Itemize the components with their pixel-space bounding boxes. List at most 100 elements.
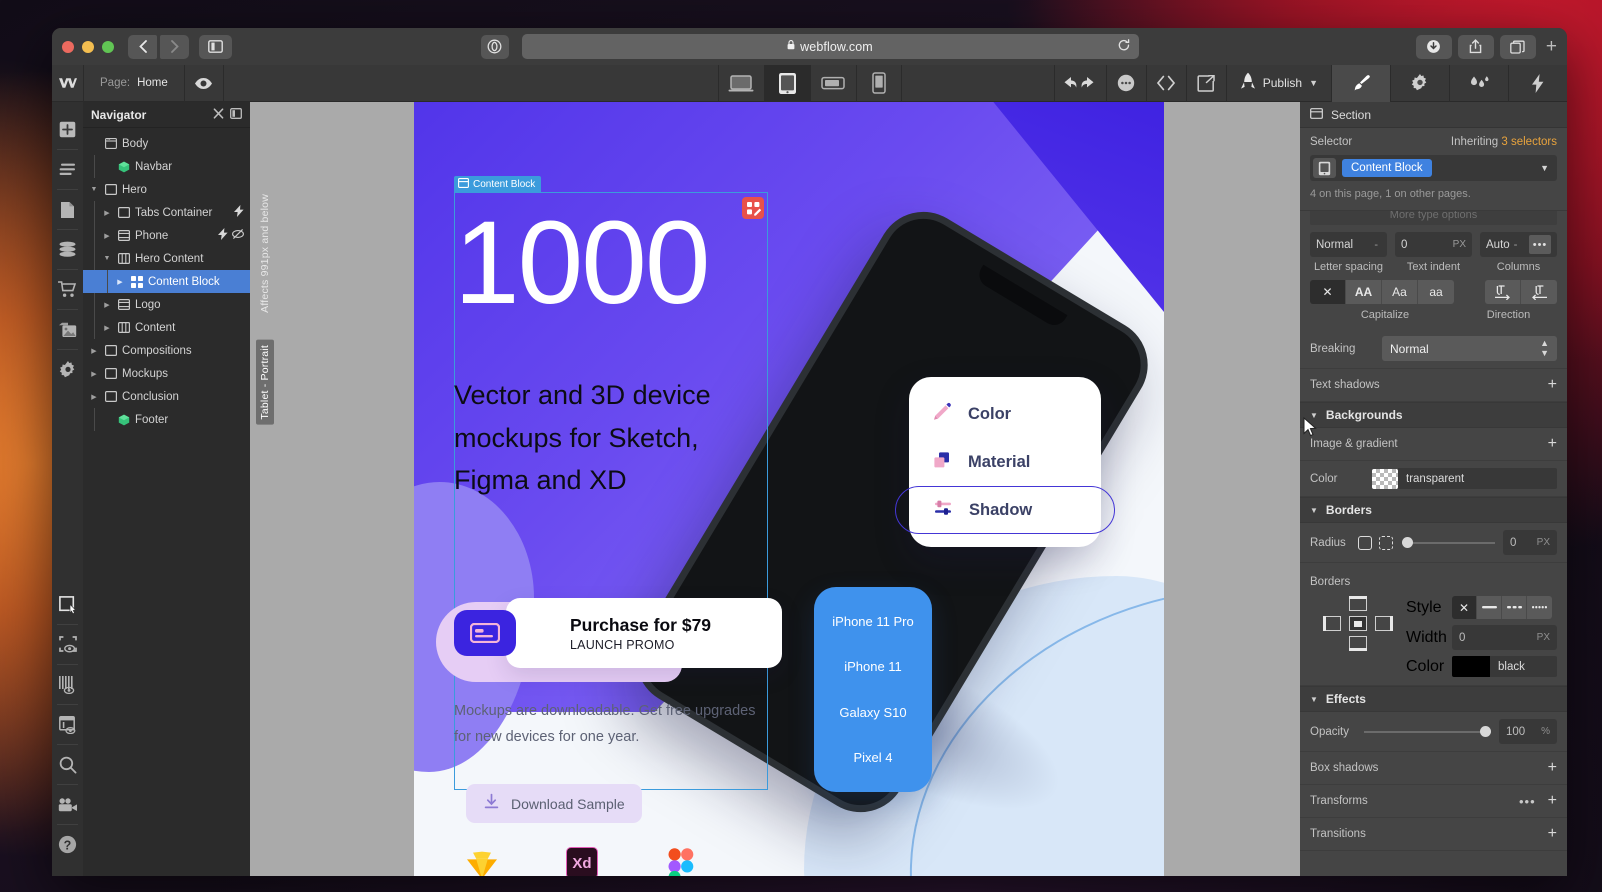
chevron-right-icon[interactable]: ▶ xyxy=(102,232,112,240)
menu-item-shadow[interactable]: Shadow xyxy=(895,486,1115,534)
border-color-swatch[interactable] xyxy=(1452,656,1490,677)
tab-overview-icon[interactable] xyxy=(1499,34,1536,59)
border-style-segmented[interactable]: ✕ xyxy=(1452,596,1552,619)
download-sample-button[interactable]: Download Sample xyxy=(466,784,642,823)
opacity-input[interactable]: 100 % xyxy=(1499,719,1557,744)
add-image-gradient-button[interactable]: + xyxy=(1548,436,1557,452)
navigator-item-hero[interactable]: ▼ Hero xyxy=(83,178,250,201)
preview-selection-icon[interactable] xyxy=(52,625,83,664)
navigator-item-content-block[interactable]: ▶ Content Block xyxy=(83,270,250,293)
add-text-shadow-button[interactable]: + xyxy=(1548,377,1557,393)
reload-icon[interactable] xyxy=(1118,38,1130,55)
navigator-item-mockups[interactable]: ▶ Mockups xyxy=(83,362,250,385)
columns-more-button[interactable]: ••• xyxy=(1529,235,1551,254)
transforms-row[interactable]: Transforms ••• + xyxy=(1300,785,1567,818)
chevron-right-icon[interactable]: ▶ xyxy=(102,301,112,309)
radius-all-icon[interactable] xyxy=(1358,535,1372,550)
navigator-item-tabs-container[interactable]: ▶ Tabs Container xyxy=(83,201,250,224)
tab-effects[interactable] xyxy=(1508,64,1567,102)
tablet-icon[interactable] xyxy=(1313,158,1336,178)
share-icon[interactable] xyxy=(1457,34,1494,59)
select-tool-icon[interactable] xyxy=(52,585,83,624)
border-left-button[interactable] xyxy=(1323,616,1341,631)
opacity-row[interactable]: Opacity 100 % xyxy=(1300,712,1567,752)
forward-button[interactable] xyxy=(160,34,189,59)
maximize-window-button[interactable] xyxy=(102,40,114,53)
columns-input[interactable]: Auto - ••• xyxy=(1480,232,1557,257)
capitalize-uppercase[interactable]: AA xyxy=(1346,280,1382,304)
device-option[interactable]: Pixel 4 xyxy=(853,750,892,765)
reader-icon[interactable] xyxy=(480,34,509,59)
purchase-card[interactable]: Purchase for $79 LAUNCH PROMO xyxy=(506,598,782,668)
opacity-slider[interactable] xyxy=(1364,722,1491,742)
ellipsis-circle-icon[interactable] xyxy=(1105,64,1146,102)
code-brackets-icon[interactable] xyxy=(1145,64,1186,102)
pages-icon[interactable] xyxy=(52,150,83,189)
border-style-dashed-icon[interactable] xyxy=(1502,596,1527,619)
capitalize-lowercase[interactable]: aa xyxy=(1418,280,1454,304)
box-shadows-row[interactable]: Box shadows + xyxy=(1300,752,1567,785)
selection-tag[interactable]: Content Block xyxy=(454,176,542,192)
page-selector[interactable]: Page: Home xyxy=(84,65,184,102)
close-icon[interactable] xyxy=(213,107,224,122)
assets-icon[interactable] xyxy=(52,230,83,269)
help-icon[interactable]: ? xyxy=(52,825,83,864)
style-properties[interactable]: More type options Normal - Letter spacin… xyxy=(1300,211,1567,876)
tab-style[interactable] xyxy=(1331,64,1390,102)
close-window-button[interactable] xyxy=(62,40,74,53)
chevron-down-icon[interactable]: ▼ xyxy=(102,255,112,262)
navigator-item-hero-content[interactable]: ▼ Hero Content xyxy=(83,247,250,270)
capitalize-segmented[interactable]: ✕ AA Aa aa xyxy=(1310,280,1454,304)
radius-row[interactable]: Radius 0 PX xyxy=(1300,523,1567,563)
sidebar-toggle-button[interactable] xyxy=(199,34,232,59)
border-edge-picker[interactable] xyxy=(1310,596,1406,677)
chevron-down-icon[interactable]: ▼ xyxy=(1540,163,1549,173)
capitalize-none[interactable]: ✕ xyxy=(1310,280,1346,304)
floating-options-menu[interactable]: Color Material Shadow xyxy=(895,377,1115,547)
video-tutorials-icon[interactable] xyxy=(52,785,83,824)
chevron-right-icon[interactable]: ▶ xyxy=(89,370,99,378)
effects-section-header[interactable]: ▼ Effects xyxy=(1300,686,1567,712)
background-color-row[interactable]: Color transparent xyxy=(1300,461,1567,497)
guides-icon[interactable] xyxy=(52,665,83,704)
navigator-item-footer[interactable]: Footer xyxy=(83,408,250,431)
breakpoint-switcher[interactable] xyxy=(717,64,902,102)
navigator-item-content[interactable]: ▶ Content xyxy=(83,316,250,339)
borders-section-header[interactable]: ▼ Borders xyxy=(1300,497,1567,523)
menu-item-color[interactable]: Color xyxy=(909,390,1101,438)
navigator-item-compositions[interactable]: ▶ Compositions xyxy=(83,339,250,362)
add-transition-button[interactable]: + xyxy=(1548,826,1557,842)
background-color-value[interactable]: transparent xyxy=(1398,468,1557,489)
cms-collections-icon[interactable] xyxy=(52,190,83,229)
border-width-input[interactable]: 0 PX xyxy=(1452,625,1557,650)
device-option[interactable]: iPhone 11 Pro xyxy=(832,614,913,629)
border-style-solid-icon[interactable] xyxy=(1477,596,1502,619)
chevron-right-icon[interactable]: ▶ xyxy=(89,393,99,401)
design-viewport[interactable]: Color Material Shadow iPhone 11 Pro iPho… xyxy=(414,102,1164,876)
device-list-card[interactable]: iPhone 11 Pro iPhone 11 Galaxy S10 Pixel 4 xyxy=(814,587,932,792)
style-panel-tabs[interactable] xyxy=(1331,64,1567,102)
window-controls[interactable] xyxy=(62,40,114,53)
menu-item-material[interactable]: Material xyxy=(909,438,1101,486)
transparent-swatch[interactable] xyxy=(1372,468,1398,489)
breakpoint-desktop[interactable] xyxy=(717,64,764,102)
breakpoint-mobile-portrait[interactable] xyxy=(855,64,902,102)
navigator-tree[interactable]: Body Navbar ▼ Hero ▶ Tabs Container ▶ Phone ▼ Her… xyxy=(83,128,250,431)
eye-icon[interactable] xyxy=(185,65,223,102)
chevron-right-icon[interactable]: ▶ xyxy=(102,324,112,332)
dock-panel-icon[interactable] xyxy=(230,107,242,122)
transitions-row[interactable]: Transitions + xyxy=(1300,818,1567,851)
layout-preview-icon[interactable] xyxy=(52,705,83,744)
chevron-right-icon[interactable]: ▶ xyxy=(115,278,125,286)
add-transform-button[interactable]: + xyxy=(1548,793,1557,809)
add-element-icon[interactable] xyxy=(52,110,83,149)
minimize-window-button[interactable] xyxy=(82,40,94,53)
canvas-area[interactable]: Affects 991px and below Tablet - Portrai… xyxy=(250,102,1300,876)
webflow-logo-icon[interactable] xyxy=(52,65,83,102)
backgrounds-section-header[interactable]: ▼ Backgrounds xyxy=(1300,402,1567,428)
site-settings-icon[interactable] xyxy=(52,350,83,389)
breakpoint-mobile-landscape[interactable] xyxy=(809,64,856,102)
new-tab-icon[interactable]: + xyxy=(1546,36,1557,58)
download-icon[interactable] xyxy=(1415,34,1452,59)
undo-redo-group[interactable] xyxy=(1053,64,1106,102)
